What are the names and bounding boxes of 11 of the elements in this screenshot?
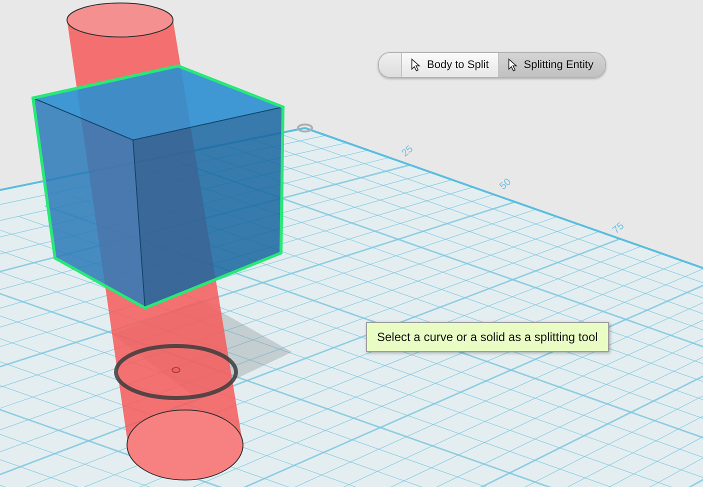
axis-label: 50 (498, 176, 514, 192)
toolbar-button[interactable]: Splitting Entity (498, 53, 606, 77)
toolbar-button[interactable]: Body to Split (402, 53, 499, 77)
hint-tooltip: Select a curve or a solid as a splitting tool (366, 322, 609, 352)
pointer-icon (411, 58, 421, 72)
grip-handle[interactable] (379, 53, 402, 77)
origin-icon (297, 124, 313, 132)
axis-label: 75 (610, 220, 626, 236)
center-point-icon (172, 367, 180, 373)
pointer-icon (508, 58, 518, 72)
axis-label: 25 (400, 144, 416, 160)
